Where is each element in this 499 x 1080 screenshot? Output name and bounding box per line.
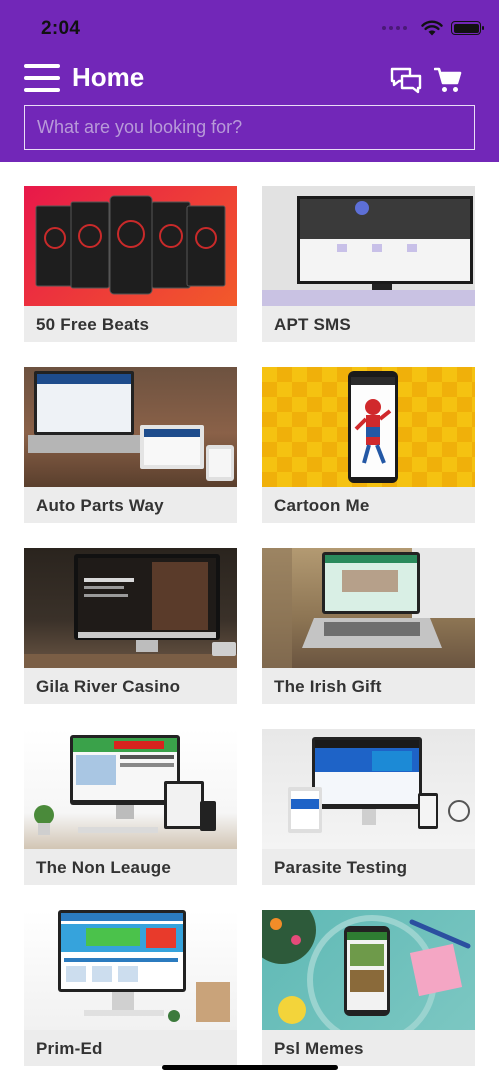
search-field[interactable] [24,105,475,150]
product-label: 50 Free Beats [36,315,150,334]
app-header: 2:04 Home [0,0,499,162]
home-indicator[interactable] [162,1065,338,1070]
product-thumbnail [24,910,237,1030]
product-card[interactable]: The Irish Gift [262,548,475,704]
product-card[interactable]: 50 Free Beats [24,186,237,342]
product-card[interactable]: Parasite Testing [262,729,475,885]
product-card[interactable]: The Non Leauge [24,729,237,885]
product-thumbnail [262,729,475,849]
product-label: The Non Leauge [36,858,172,877]
wifi-icon [421,20,443,36]
status-indicators [382,20,484,36]
product-label: Parasite Testing [274,858,408,877]
product-label: Gila River Casino [36,677,181,696]
product-thumbnail [262,186,475,306]
product-label: Auto Parts Way [36,496,164,515]
search-input[interactable] [37,106,462,149]
menu-icon[interactable] [24,62,60,94]
product-card[interactable]: APT SMS [262,186,475,342]
product-label: APT SMS [274,315,351,334]
page-title: Home [72,62,145,92]
product-card[interactable]: Psl Memes [262,910,475,1066]
product-label: Cartoon Me [274,496,370,515]
product-label: The Irish Gift [274,677,382,696]
product-card[interactable]: Cartoon Me [262,367,475,523]
product-thumbnail [24,548,237,668]
product-label: Prim-Ed [36,1039,103,1058]
product-thumbnail [262,548,475,668]
product-label: Psl Memes [274,1039,364,1058]
product-card[interactable]: Auto Parts Way [24,367,237,523]
chat-icon[interactable] [389,66,423,94]
product-thumbnail [24,729,237,849]
status-time: 2:04 [41,18,81,39]
product-thumbnail [262,910,475,1030]
cart-icon[interactable] [434,66,462,94]
product-grid: 50 Free Beats APT SMS Auto Parts Way Car… [24,186,475,1066]
product-thumbnail [262,367,475,487]
product-thumbnail [24,186,237,306]
product-card[interactable]: Gila River Casino [24,548,237,704]
signal-icon [382,26,407,30]
battery-icon [451,21,484,35]
app-bar: Home [0,58,499,102]
product-card[interactable]: Prim-Ed [24,910,237,1066]
product-thumbnail [24,367,237,487]
status-bar: 2:04 [0,0,499,58]
